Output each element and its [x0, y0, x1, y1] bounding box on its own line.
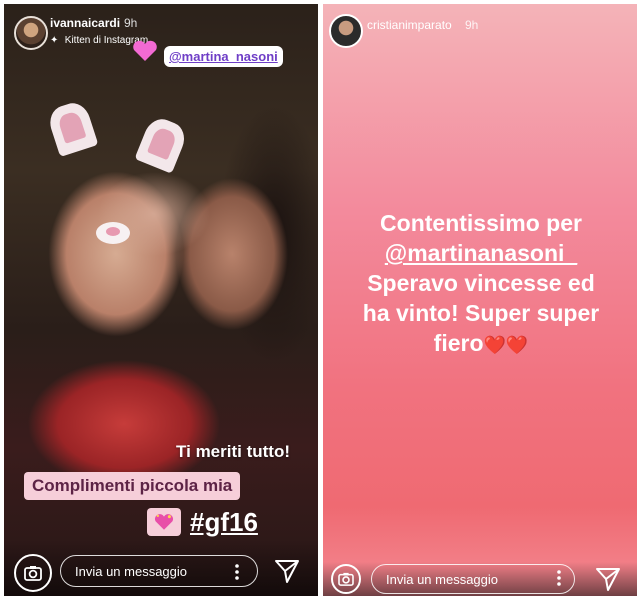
- story-right[interactable]: cristianimparato 9h Contentissimo per @m…: [323, 4, 637, 596]
- camera-button[interactable]: [331, 564, 361, 594]
- camera-icon: [24, 566, 42, 581]
- story-text-line: ha vinto! Super super: [362, 300, 600, 326]
- camera-button[interactable]: [14, 554, 52, 592]
- cat-ear-right: [134, 114, 190, 174]
- username[interactable]: ivannaicardi: [50, 16, 120, 30]
- story-text: Contentissimo per @martinanasoni_ Sperav…: [333, 208, 629, 360]
- reply-bar: Invia un messaggio: [323, 562, 637, 596]
- more-options-icon[interactable]: [557, 570, 561, 586]
- mention-sticker[interactable]: @martina_nasoni: [164, 46, 283, 67]
- story-text-line: Contentissimo per: [380, 210, 582, 236]
- caption-text: Complimenti piccola mia: [24, 472, 241, 500]
- send-icon[interactable]: [595, 566, 621, 592]
- message-input[interactable]: Invia un messaggio: [371, 564, 575, 594]
- avatar[interactable]: [14, 16, 48, 50]
- cat-nose: [96, 222, 130, 244]
- sparkle-icon: ✦: [50, 35, 59, 46]
- story-text-line: fiero❤️❤️: [333, 328, 629, 360]
- username[interactable]: cristianimparato: [367, 18, 452, 32]
- cat-ear-left: [45, 98, 99, 158]
- camera-icon: [338, 572, 354, 586]
- caption-text: Ti meriti tutto!: [176, 442, 290, 461]
- avatar[interactable]: [329, 14, 363, 48]
- hashtag-sticker[interactable]: #gf16: [190, 507, 258, 538]
- timestamp: 9h: [124, 16, 138, 30]
- story-text-word: fiero: [433, 330, 484, 356]
- mention-link[interactable]: @martinanasoni_: [333, 238, 629, 268]
- more-options-icon[interactable]: [235, 564, 239, 580]
- timestamp: 9h: [465, 18, 479, 32]
- story-text-line: Speravo vincesse ed: [367, 270, 595, 296]
- sparkling-heart-icon: [147, 508, 181, 536]
- story-left[interactable]: ivannaicardi 9h ✦ Kitten di Instagram @m…: [4, 4, 318, 596]
- heart-icon: [133, 40, 157, 61]
- reply-bar: Invia un messaggio: [4, 540, 318, 596]
- red-hearts-emoji: ❤️❤️: [483, 335, 529, 355]
- story-header: cristianimparato 9h: [323, 4, 637, 64]
- message-input[interactable]: Invia un messaggio: [60, 555, 258, 587]
- send-icon[interactable]: [274, 558, 300, 584]
